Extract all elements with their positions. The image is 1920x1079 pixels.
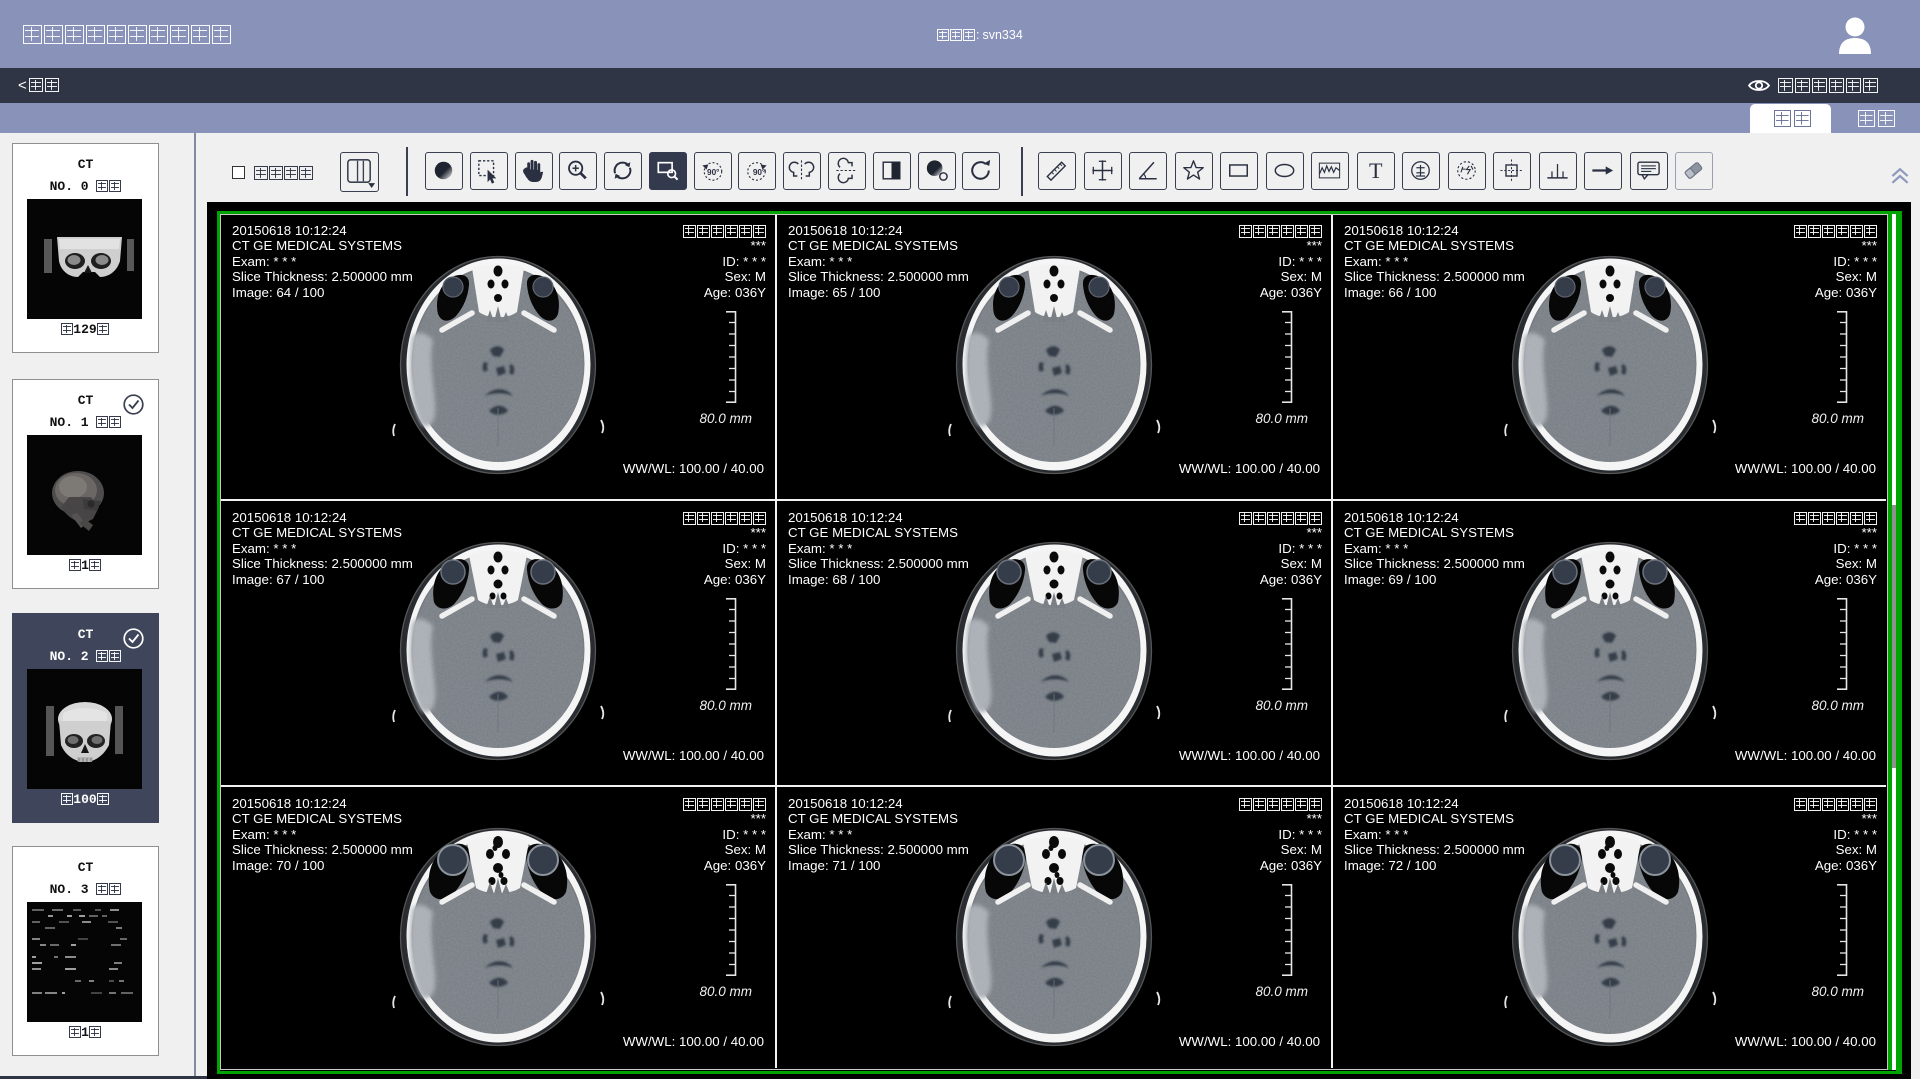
svg-text:T: T <box>1369 158 1383 183</box>
svg-text:90°: 90° <box>706 168 719 177</box>
svg-text:90°: 90° <box>753 168 766 177</box>
